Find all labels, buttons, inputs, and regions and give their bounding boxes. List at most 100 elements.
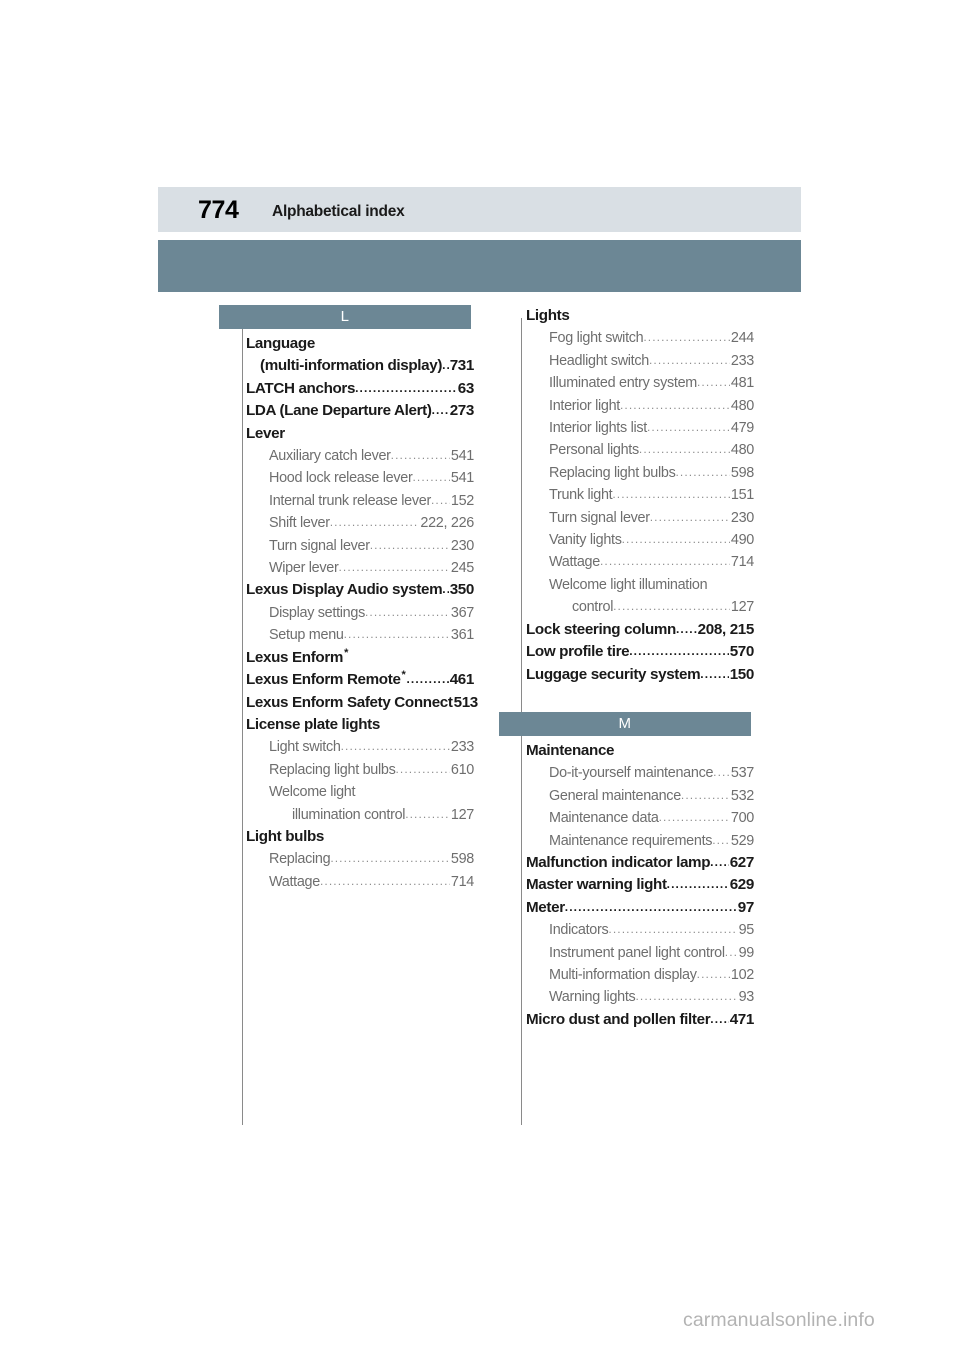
index-entry[interactable]: Lexus Enform Remote*....................…: [246, 669, 474, 691]
index-entry[interactable]: Do-it-yourself maintenance..............…: [549, 762, 754, 784]
index-entry[interactable]: Display settings........................…: [269, 602, 474, 624]
index-entry[interactable]: Lights..................................…: [526, 305, 754, 327]
index-entry-label: Turn signal lever: [269, 537, 370, 554]
leader-dots: ........................................…: [442, 358, 449, 373]
index-entry[interactable]: Personal lights.........................…: [549, 439, 754, 461]
index-entry[interactable]: License plate lights....................…: [246, 714, 474, 736]
index-entry[interactable]: Auxiliary catch lever...................…: [269, 445, 474, 467]
leader-dots: ........................................…: [412, 470, 449, 485]
index-entry[interactable]: Micro dust and pollen filter............…: [526, 1009, 754, 1031]
index-entry[interactable]: control.................................…: [572, 596, 754, 618]
index-entry[interactable]: Replacing light bulbs...................…: [269, 759, 474, 781]
index-entry[interactable]: LATCH anchors...........................…: [246, 378, 474, 400]
index-entry[interactable]: Indicators..............................…: [549, 919, 754, 941]
index-entry[interactable]: Maintenance.............................…: [526, 740, 754, 762]
index-entry-page: 208, 215: [697, 620, 755, 638]
index-entry[interactable]: Language................................…: [246, 333, 474, 355]
index-entry[interactable]: Turn signal lever.......................…: [269, 535, 474, 557]
index-entry[interactable]: Maintenance data........................…: [549, 807, 754, 829]
index-entry[interactable]: Instrument panel light control..........…: [549, 942, 754, 964]
index-entry[interactable]: Wattage.................................…: [549, 551, 754, 573]
index-entry[interactable]: Welcome light...........................…: [269, 781, 474, 803]
leader-dots: ........................................…: [390, 448, 450, 463]
index-entry-label: Malfunction indicator lamp: [526, 853, 711, 871]
index-entry-label: License plate lights: [246, 715, 380, 733]
index-entry-label: control: [572, 599, 614, 616]
index-entry[interactable]: Internal trunk release lever............…: [269, 490, 474, 512]
index-entry[interactable]: Low profile tire........................…: [526, 641, 754, 663]
leader-dots: ........................................…: [442, 582, 448, 597]
index-entry[interactable]: Master warning light....................…: [526, 874, 754, 896]
leader-dots: ........................................…: [564, 899, 737, 914]
letter-band-l: L: [219, 305, 471, 329]
letter-band-m: M: [499, 711, 751, 736]
index-entry-page: 479: [730, 420, 754, 437]
watermark: carmanualsonline.info: [683, 1309, 875, 1331]
index-entry[interactable]: Malfunction indicator lamp..............…: [526, 852, 754, 874]
index-entry[interactable]: Lexus Enform*...........................…: [246, 647, 474, 669]
index-entry-page: 598: [730, 464, 754, 481]
index-entry-page: 610: [450, 761, 474, 778]
leader-dots: ........................................…: [355, 380, 457, 395]
leader-dots: ........................................…: [696, 966, 730, 981]
index-entry-label: Headlight switch: [549, 352, 649, 369]
leader-dots: ........................................…: [369, 537, 450, 552]
index-entry[interactable]: Interior lights list....................…: [549, 417, 754, 439]
index-entry[interactable]: Replacing...............................…: [269, 848, 474, 870]
index-entry[interactable]: Trunk light.............................…: [549, 484, 754, 506]
index-entry[interactable]: Headlight switch........................…: [549, 350, 754, 372]
index-entry-page: 151: [730, 487, 754, 504]
index-entry[interactable]: Interior light..........................…: [549, 395, 754, 417]
leader-dots: ........................................…: [395, 761, 450, 776]
index-entry[interactable]: Vanity lights...........................…: [549, 529, 754, 551]
page-number: 774: [198, 196, 239, 224]
index-entry[interactable]: Shift lever.............................…: [269, 512, 474, 534]
leader-dots: ........................................…: [338, 560, 450, 575]
index-entry[interactable]: Welcome light illumination..............…: [549, 574, 754, 596]
index-entry-label: Internal trunk release lever: [269, 492, 431, 509]
index-entry[interactable]: Lever...................................…: [246, 423, 474, 445]
leader-dots: ........................................…: [329, 515, 420, 530]
index-entry-group: Language................................…: [219, 333, 478, 893]
leader-dots: ........................................…: [710, 1011, 729, 1026]
index-entry[interactable]: Lexus Enform Safety Connect.............…: [246, 692, 478, 714]
index-entry[interactable]: Illuminated entry system................…: [549, 372, 754, 394]
index-entry[interactable]: Light switch............................…: [269, 736, 474, 758]
index-entry[interactable]: (multi-information display).............…: [260, 355, 474, 377]
index-entry[interactable]: Light bulbs.............................…: [246, 826, 474, 848]
leader-dots: ........................................…: [696, 375, 730, 390]
index-entry[interactable]: Fog light switch........................…: [549, 327, 754, 349]
index-entry[interactable]: Luggage security system.................…: [526, 664, 754, 686]
index-entry-page: 93: [738, 989, 755, 1006]
index-entry-label: Shift lever: [269, 515, 330, 532]
index-entry-page: 99: [738, 944, 755, 961]
index-entry-page: 63: [457, 379, 475, 397]
index-entry-page: 629: [729, 876, 755, 894]
index-entry[interactable]: Maintenance requirements................…: [549, 830, 754, 852]
index-entry-page: 244: [730, 330, 754, 347]
index-entry-label: Setup menu: [269, 627, 344, 644]
index-entry[interactable]: Wiper lever.............................…: [269, 557, 474, 579]
index-entry[interactable]: Lock steering column....................…: [526, 619, 754, 641]
index-entry-label: Instrument panel light control: [549, 944, 725, 961]
index-entry[interactable]: LDA (Lane Departure Alert)..............…: [246, 400, 474, 422]
leader-dots: ........................................…: [613, 599, 730, 614]
index-entry[interactable]: Meter...................................…: [526, 897, 754, 919]
index-entry-group: Lights..................................…: [499, 305, 754, 686]
index-entry[interactable]: Replacing light bulbs...................…: [549, 462, 754, 484]
index-entry[interactable]: Wattage.................................…: [269, 871, 474, 893]
index-entry[interactable]: Lexus Display Audio system..............…: [246, 579, 474, 601]
index-entry[interactable]: illumination control....................…: [292, 804, 474, 826]
leader-dots: ........................................…: [405, 806, 450, 821]
index-entry[interactable]: Hood lock release lever.................…: [269, 467, 474, 489]
index-entry-label: Micro dust and pollen filter: [526, 1010, 711, 1028]
index-entry[interactable]: General maintenance.....................…: [549, 785, 754, 807]
index-entry[interactable]: Multi-information display...............…: [549, 964, 754, 986]
index-entry-label: illumination control: [292, 806, 406, 823]
index-entry[interactable]: Warning lights..........................…: [549, 986, 754, 1008]
index-entry[interactable]: Setup menu..............................…: [269, 624, 474, 646]
index-entry-label: General maintenance: [549, 787, 681, 804]
index-entry-label: Maintenance requirements: [549, 832, 713, 849]
index-entry-page: 350: [449, 581, 475, 599]
index-entry[interactable]: Turn signal lever.......................…: [549, 507, 754, 529]
